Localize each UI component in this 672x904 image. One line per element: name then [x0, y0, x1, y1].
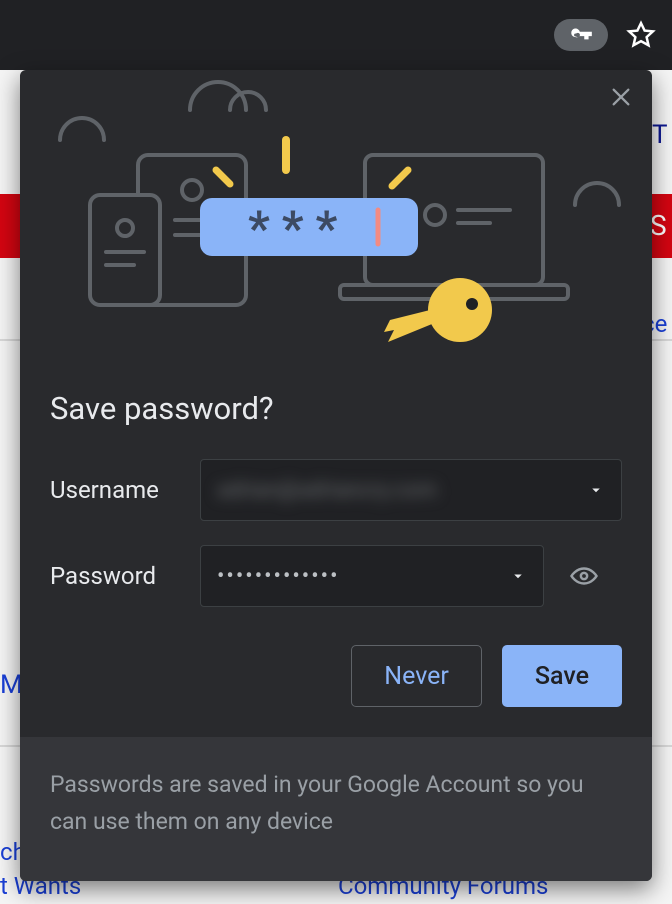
chevron-down-icon	[587, 481, 605, 499]
save-button[interactable]: Save	[502, 645, 622, 707]
bg-link-m: M	[0, 670, 18, 700]
password-dropdown-chevron	[509, 567, 527, 585]
username-select[interactable]: adrian@adriancry.com	[200, 459, 622, 521]
password-manager-indicator[interactable]	[554, 19, 608, 51]
username-row: Username adrian@adriancry.com	[50, 459, 622, 521]
svg-text:* * *: * * *	[248, 200, 337, 257]
password-value: •••••••••••••	[217, 564, 340, 589]
dialog-illustration: * * *	[20, 70, 652, 350]
dialog-body: Save password? Username adrian@adriancry…	[20, 350, 652, 737]
username-label: Username	[50, 476, 180, 504]
chevron-down-icon	[509, 567, 527, 585]
dialog-title: Save password?	[50, 390, 622, 427]
browser-toolbar	[0, 0, 672, 70]
dialog-actions: Never Save	[50, 645, 622, 707]
bg-link-ch: ch	[0, 838, 22, 866]
bookmark-star-button[interactable]	[626, 20, 656, 50]
key-icon	[568, 22, 594, 48]
password-label: Password	[50, 562, 180, 590]
save-password-dialog: * * * Save password? Username adrian@adr…	[20, 70, 652, 881]
password-select[interactable]: •••••••••••••	[200, 545, 544, 607]
username-value: adrian@adriancry.com	[217, 478, 437, 503]
dialog-footer: Passwords are saved in your Google Accou…	[20, 737, 652, 881]
password-row: Password •••••••••••••	[50, 545, 622, 607]
bg-text-t: T	[652, 120, 672, 150]
eye-icon	[569, 561, 599, 591]
never-button[interactable]: Never	[351, 645, 482, 707]
star-icon	[626, 20, 656, 50]
close-icon	[610, 86, 632, 108]
reveal-password-button[interactable]	[564, 561, 604, 591]
username-dropdown-chevron	[587, 481, 605, 499]
illustration-svg: * * *	[20, 70, 652, 350]
close-button[interactable]	[604, 80, 638, 114]
